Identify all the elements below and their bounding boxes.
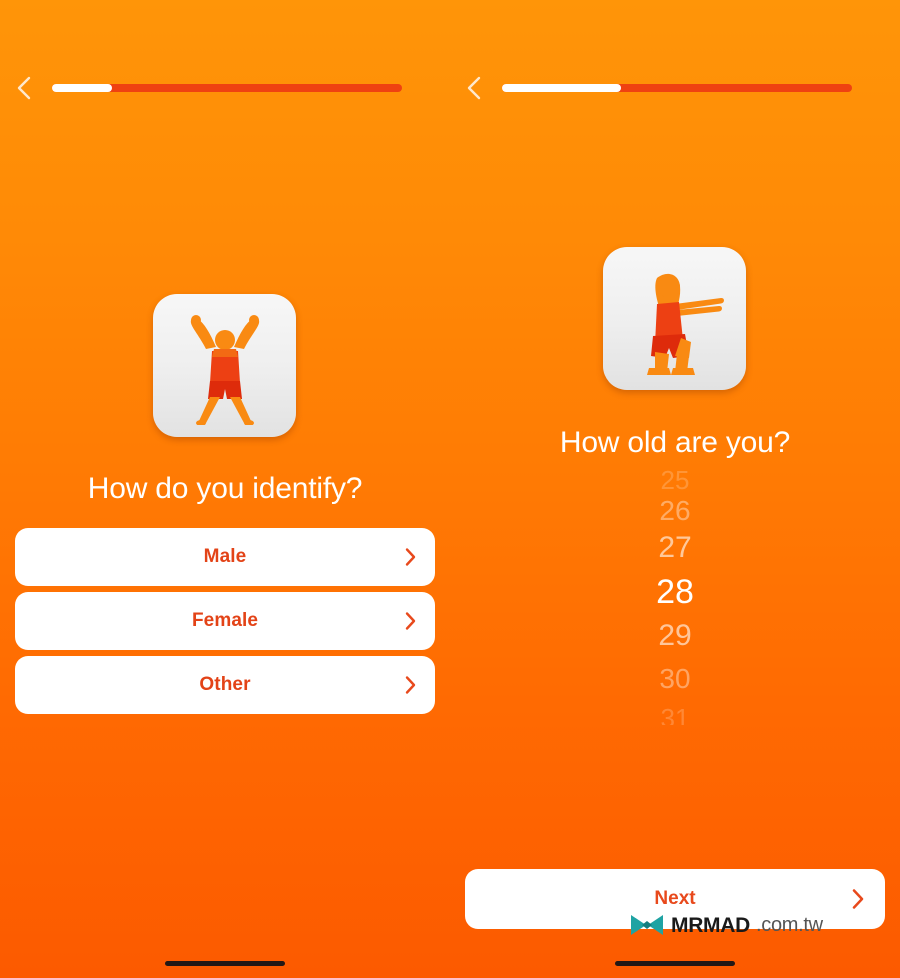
home-indicator	[165, 961, 285, 966]
progress-fill	[502, 84, 621, 92]
progress-bar-gender	[52, 84, 402, 92]
chevron-left-icon	[467, 76, 481, 100]
app-icon-squat	[603, 247, 746, 390]
squat-icon	[646, 273, 724, 375]
app-icon-jumping-jack	[153, 294, 296, 437]
picker-row[interactable]: 27	[450, 533, 900, 575]
gender-topbar	[0, 68, 450, 108]
chevron-right-icon	[404, 675, 417, 696]
watermark-brand: MRMAD	[671, 913, 750, 937]
chevron-right-icon	[404, 547, 417, 568]
picker-row[interactable]: 29	[450, 621, 900, 665]
watermark-suffix: .com.tw	[755, 914, 823, 936]
watermark: MRMAD .com.tw	[629, 912, 823, 938]
gender-question: How do you identify?	[87, 472, 363, 505]
age-question: How old are you?	[559, 426, 791, 459]
age-topbar	[450, 68, 900, 108]
chevron-right-icon	[851, 888, 865, 911]
picker-row[interactable]: 31	[450, 705, 900, 725]
progress-fill	[52, 84, 112, 92]
next-button-label: Next	[654, 888, 696, 909]
choice-label: Female	[191, 610, 259, 631]
age-panel: How old are you? 25 26 27 28 29 30 31 Ne…	[450, 0, 900, 978]
gender-choice-list: Male Female Other	[15, 528, 435, 720]
chevron-left-icon	[17, 76, 31, 100]
progress-bar-age	[502, 84, 852, 92]
choice-label: Other	[199, 674, 251, 695]
chevron-right-icon	[404, 611, 417, 632]
choice-other[interactable]: Other	[15, 656, 435, 714]
picker-row-selected[interactable]: 28	[450, 575, 900, 621]
home-indicator	[615, 961, 735, 966]
picker-row[interactable]: 26	[450, 497, 900, 533]
screenshot-stage: How do you identify? Male Female Other H…	[0, 0, 900, 978]
picker-row[interactable]: 25	[450, 467, 900, 497]
choice-male[interactable]: Male	[15, 528, 435, 586]
choice-female[interactable]: Female	[15, 592, 435, 650]
mrmad-bowtie-logo	[631, 915, 663, 935]
age-picker[interactable]: 25 26 27 28 29 30 31	[450, 465, 900, 725]
back-button[interactable]	[4, 68, 44, 108]
picker-row[interactable]: 30	[450, 665, 900, 705]
jumping-jack-icon	[190, 314, 259, 425]
gender-panel: How do you identify? Male Female Other	[0, 0, 450, 978]
back-button[interactable]	[454, 68, 494, 108]
choice-label: Male	[203, 546, 247, 567]
